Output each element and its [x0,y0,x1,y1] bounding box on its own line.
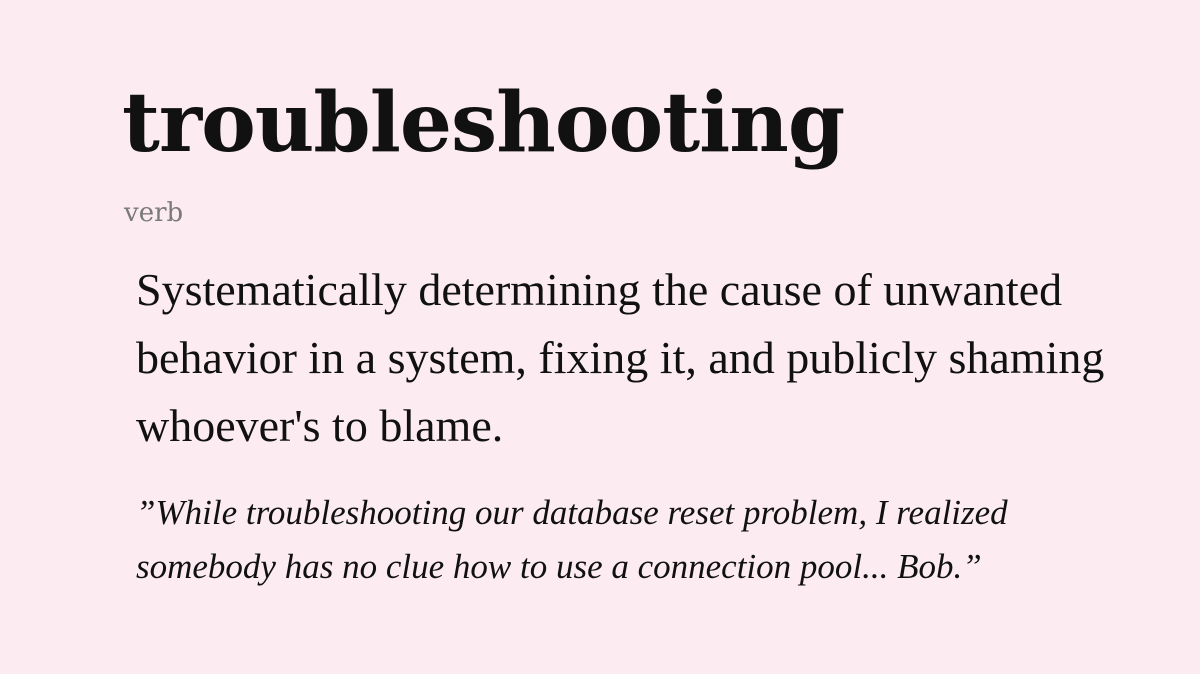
part-of-speech: verb [124,198,184,228]
example-sentence: ”While troubleshooting our database rese… [136,493,1008,586]
definition-text: Systematically determining the cause of … [136,264,1105,451]
entry-word: troubleshooting [122,75,845,171]
dictionary-card: troubleshooting verb Systematically dete… [0,0,1200,674]
